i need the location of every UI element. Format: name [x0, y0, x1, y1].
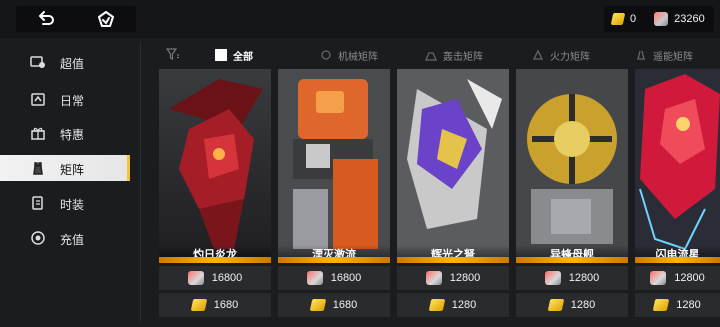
filter-icon[interactable] — [166, 47, 180, 61]
sidebar-item-label: 超值 — [60, 57, 85, 71]
price-gold-button[interactable]: 1280 — [397, 293, 509, 317]
product-card-radiant-crossbow[interactable]: 辉光之弩 12800 1280 — [397, 69, 509, 327]
top-bar: 0 23260 — [0, 0, 720, 38]
sidebar: 超值 日常 特惠 矩阵 时装 充值 — [0, 38, 130, 327]
filter-tab-mechanical[interactable]: 机械矩阵 — [320, 44, 378, 66]
mech-icon — [321, 50, 331, 60]
sidebar-item-label: 矩阵 — [60, 163, 85, 177]
back-arrow-icon — [39, 11, 54, 25]
price-cube-button[interactable]: 16800 — [159, 266, 271, 290]
price-cube-button[interactable]: 16800 — [278, 266, 390, 290]
sidebar-divider — [140, 42, 141, 322]
cube-icon — [654, 12, 669, 26]
cube-value: 23260 — [674, 13, 705, 25]
gold-gem-icon — [309, 299, 327, 311]
product-card-flame-dragon[interactable]: 灼日炎龙 16800 1680 — [159, 69, 271, 327]
price-gold: 1280 — [570, 299, 596, 311]
orange-mech-illustration — [278, 69, 390, 262]
gold-gem-icon — [610, 13, 626, 25]
filter-tab-remote[interactable]: 遥能矩阵 — [635, 44, 693, 66]
nav-button-group — [16, 6, 136, 32]
matrix-icon — [30, 160, 46, 176]
price-cube: 16800 — [330, 272, 362, 284]
price-gold-button[interactable]: 1680 — [278, 293, 390, 317]
product-card-hive-mothership[interactable]: 异蜂母舰 12800 1280 — [516, 69, 628, 327]
gold-gem-icon — [190, 299, 208, 311]
gold-gem-icon — [652, 299, 670, 311]
price-gold-button[interactable]: 1280 — [516, 293, 628, 317]
product-card-annihilation-torrent[interactable]: 湮灭激流 16800 1680 — [278, 69, 390, 327]
price-cube-button[interactable]: 12800 — [516, 266, 628, 290]
price-cube-button[interactable]: 12800 — [635, 266, 720, 290]
daily-icon — [30, 91, 46, 107]
sidebar-item-label: 时装 — [60, 198, 85, 212]
price-cube: 12800 — [674, 272, 705, 284]
gift-icon — [30, 125, 46, 141]
back-button[interactable] — [16, 6, 76, 32]
filter-tab-all[interactable]: 全部 — [215, 44, 253, 66]
home-icon — [98, 11, 114, 27]
gold-gem-icon — [428, 299, 446, 311]
card-art — [635, 69, 720, 262]
price-cube: 12800 — [449, 272, 481, 284]
card-art — [278, 69, 390, 262]
sidebar-item-daily[interactable]: 日常 — [0, 86, 130, 112]
price-cube: 12800 — [568, 272, 600, 284]
sidebar-item-special[interactable]: 特惠 — [0, 120, 130, 146]
price-cube: 16800 — [211, 272, 243, 284]
cube-icon — [306, 271, 323, 285]
card-art — [516, 69, 628, 262]
rarity-glow — [278, 257, 390, 263]
red-mech-illustration — [635, 69, 720, 262]
filter-tab-label: 火力矩阵 — [550, 51, 590, 63]
cube-icon — [544, 271, 561, 285]
filter-tab-bombard[interactable]: 轰击矩阵 — [425, 44, 483, 66]
cube-icon — [425, 271, 442, 285]
grid-icon — [215, 49, 227, 61]
sidebar-item-matrix[interactable]: 矩阵 — [0, 155, 130, 181]
card-art — [397, 69, 509, 262]
rarity-glow — [159, 257, 271, 263]
sidebar-item-value[interactable]: 超值 — [0, 49, 130, 75]
sidebar-item-label: 充值 — [60, 233, 85, 247]
gold-sphere-illustration — [516, 69, 628, 262]
rarity-glow — [397, 257, 509, 263]
price-gold-button[interactable]: 1680 — [159, 293, 271, 317]
bombard-icon — [425, 52, 437, 61]
home-button[interactable] — [76, 6, 136, 32]
currency-panel: 0 23260 — [604, 6, 714, 32]
price-cube-button[interactable]: 12800 — [397, 266, 509, 290]
sidebar-item-label: 特惠 — [60, 128, 85, 142]
filter-tab-label: 全部 — [233, 51, 253, 63]
product-card-lightning-meteor[interactable]: 闪电流星 12800 1280 — [635, 69, 720, 327]
value-icon — [30, 54, 46, 70]
sidebar-item-recharge[interactable]: 充值 — [0, 225, 130, 251]
purple-crossbow-illustration — [397, 69, 509, 262]
fashion-icon — [30, 195, 46, 211]
firepower-icon — [532, 49, 544, 60]
gold-value: 0 — [630, 13, 637, 25]
filter-tab-label: 遥能矩阵 — [653, 51, 693, 63]
cube-icon — [187, 271, 204, 285]
price-gold: 1280 — [676, 299, 701, 311]
price-gold-button[interactable]: 1280 — [635, 293, 720, 317]
card-art — [159, 69, 271, 262]
recharge-icon — [30, 230, 46, 246]
filter-tab-label: 轰击矩阵 — [443, 51, 483, 63]
price-gold: 1680 — [332, 299, 358, 311]
sidebar-item-label: 日常 — [60, 94, 85, 108]
remote-icon — [637, 50, 645, 60]
rarity-glow — [516, 257, 628, 263]
dragon-mech-illustration — [159, 69, 271, 262]
rarity-glow — [635, 257, 720, 263]
price-gold: 1680 — [213, 299, 239, 311]
cube-icon — [650, 271, 667, 285]
price-gold: 1280 — [451, 299, 477, 311]
filter-tab-firepower[interactable]: 火力矩阵 — [532, 44, 590, 66]
filter-tab-label: 机械矩阵 — [338, 51, 378, 63]
sidebar-item-fashion[interactable]: 时装 — [0, 190, 130, 216]
filter-bar: 全部 机械矩阵 轰击矩阵 火力矩阵 遥能矩阵 — [160, 44, 720, 66]
gold-gem-icon — [547, 299, 565, 311]
